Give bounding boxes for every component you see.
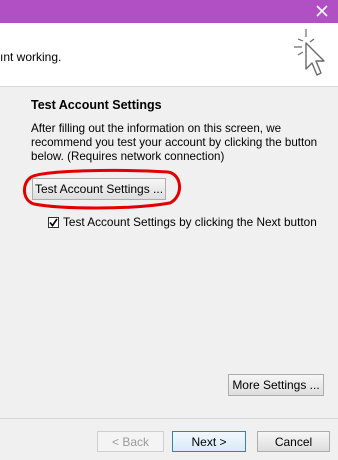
title-bar <box>0 0 338 23</box>
section-title: Test Account Settings <box>31 98 162 112</box>
back-button[interactable]: < Back <box>97 431 164 452</box>
close-icon <box>316 4 328 17</box>
wizard-header: ınt working. <box>0 23 338 87</box>
checkmark-icon <box>49 218 58 227</box>
test-on-next-checkbox-row[interactable]: Test Account Settings by clicking the Ne… <box>48 215 317 229</box>
more-settings-button[interactable]: More Settings ... <box>228 374 324 396</box>
test-on-next-checkbox[interactable] <box>48 216 59 228</box>
cancel-button[interactable]: Cancel <box>257 431 330 452</box>
header-text: ınt working. <box>0 50 62 64</box>
checkbox-label: Test Account Settings by clicking the Ne… <box>63 215 317 229</box>
next-button[interactable]: Next > <box>172 431 246 452</box>
section-description: After filling out the information on thi… <box>31 122 318 163</box>
close-button[interactable] <box>306 0 338 21</box>
test-account-settings-button[interactable]: Test Account Settings ... <box>32 178 166 200</box>
wizard-pointer-icon <box>294 29 325 76</box>
footer-divider <box>0 418 338 419</box>
